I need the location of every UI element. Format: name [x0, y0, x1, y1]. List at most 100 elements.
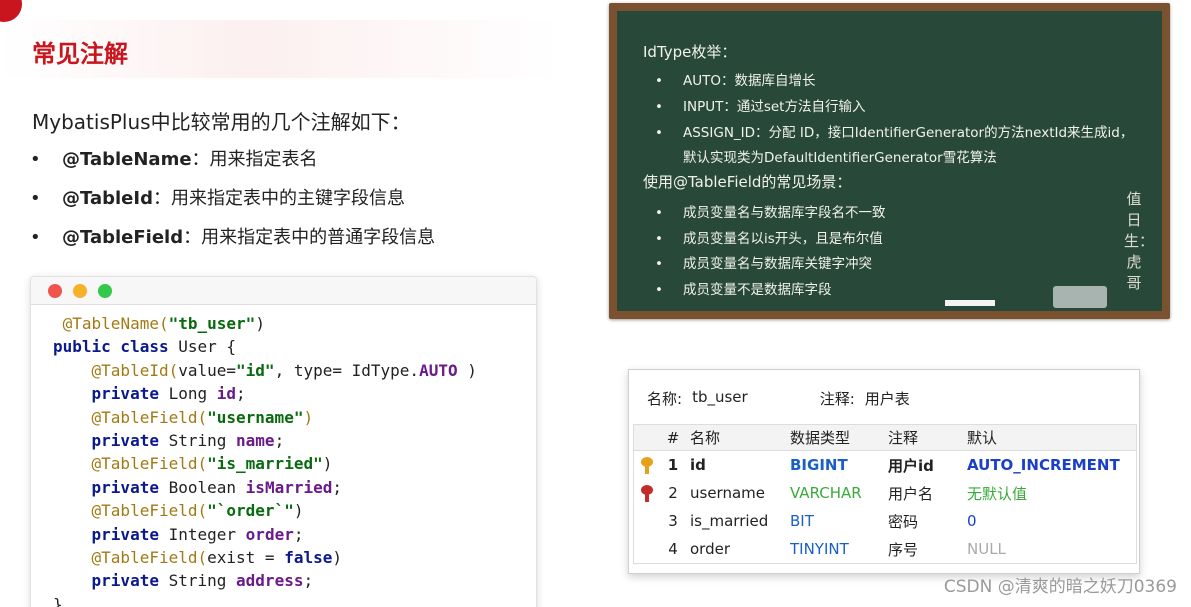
field-name: username	[690, 484, 765, 502]
board-item-continuation: 默认实现类为DefaultIdentifierGenerator雪花算法	[683, 150, 997, 166]
field-comment: 序号	[888, 540, 919, 559]
table-comment-label: 注释:	[819, 390, 855, 408]
board-eraser	[1053, 286, 1107, 308]
code-keyword: private	[91, 571, 159, 591]
code-field: name	[236, 430, 275, 450]
code-keyword: public class	[53, 337, 169, 357]
code-keyword: private	[91, 477, 159, 497]
list-item: • @TableId ：用来指定表中的主键字段信息	[30, 185, 435, 224]
intro-text: MybatisPlus中比较常用的几个注解如下：	[32, 110, 411, 134]
code-string: "`order`"	[207, 501, 294, 521]
close-dot-icon[interactable]	[48, 283, 62, 298]
code-line: @TableField(exist = false)	[53, 546, 536, 569]
code-line: @TableName("tb_user")	[53, 312, 536, 335]
column-header: 名称	[690, 429, 721, 447]
board-item-text: 成员变量名与数据库关键字冲突	[683, 256, 872, 272]
code-field: id	[216, 384, 237, 404]
code-string: "tb_user"	[168, 314, 256, 333]
code-string: "id"	[236, 360, 275, 380]
bullet-dot: •	[30, 188, 41, 209]
code-text: Integer	[158, 524, 246, 544]
table-row[interactable]: 4 order TINYINT 序号 NULL	[634, 535, 1136, 563]
code-field: isMarried	[245, 477, 333, 497]
board-item: • 成员变量名以is开头，且是布尔值	[655, 227, 883, 247]
code-line: @TableId(value="id", type= IdType.AUTO )	[53, 359, 536, 382]
code-text: ;	[332, 477, 343, 497]
code-annotation: @TableName(	[62, 314, 169, 333]
code-keyword: private	[91, 524, 159, 544]
column-header: 默认	[967, 429, 998, 447]
code-field: address	[236, 571, 304, 591]
code-line: @TableField("is_married")	[53, 452, 536, 475]
code-line: @TableField("username")	[53, 406, 536, 429]
code-text: , type= IdType.	[274, 360, 420, 380]
table-row[interactable]: 3 is_married BIT 密码 0	[634, 507, 1136, 535]
code-line: private Long id;	[53, 382, 536, 405]
field-default: 无默认值	[967, 484, 1028, 503]
maximize-dot-icon[interactable]	[98, 283, 112, 298]
annotation-desc: ：用来指定表中的主键字段信息	[152, 188, 405, 209]
code-text: )	[322, 454, 333, 474]
board-item: • 成员变量名与数据库字段名不一致	[655, 201, 886, 221]
field-type: VARCHAR	[790, 484, 862, 502]
bullet-dot: •	[30, 227, 41, 248]
annotation-desc: ：用来指定表名	[191, 149, 318, 170]
annotation-name: @TableField	[62, 227, 184, 248]
code-text: exist =	[207, 547, 285, 567]
code-line: public class User {	[53, 335, 536, 358]
bullet-dot: •	[655, 125, 663, 141]
row-number: 1	[667, 456, 679, 474]
annotation-desc: ：用来指定表中的普通字段信息	[183, 227, 436, 248]
table-row[interactable]: 2 username VARCHAR 用户名 无默认值	[634, 479, 1136, 507]
annotation-name: @TableName	[62, 149, 192, 170]
code-block: @TableName("tb_user") public class User …	[31, 305, 536, 607]
minimize-dot-icon[interactable]	[73, 283, 87, 298]
code-text: }	[53, 594, 63, 607]
bullet-dot: •	[655, 205, 663, 221]
field-comment: 用户id	[888, 456, 934, 475]
row-number: 4	[668, 540, 678, 558]
list-item: • @TableName ：用来指定表名	[30, 146, 435, 185]
column-header: 数据类型	[790, 429, 851, 447]
code-annotation: @TableField(	[91, 454, 208, 474]
table-name-label: 名称:	[647, 390, 683, 408]
board-item-text: 成员变量名与数据库字段名不一致	[683, 205, 886, 221]
field-default: AUTO_INCREMENT	[967, 456, 1120, 474]
code-line: private String name;	[53, 429, 536, 452]
board-heading-tablefield: 使用@TableField的常见场景：	[643, 173, 852, 191]
column-header: #	[666, 428, 680, 447]
bullet-dot: •	[655, 73, 663, 89]
table-row[interactable]: 1 id BIGINT 用户id AUTO_INCREMENT	[634, 451, 1136, 479]
code-text: ;	[293, 524, 304, 544]
board-item-text: INPUT：通过set方法自行输入	[683, 99, 866, 115]
board-item: • AUTO：数据库自增长	[655, 69, 816, 89]
chalkboard: IdType枚举： • AUTO：数据库自增长 • INPUT：通过set方法自行输…	[609, 3, 1170, 319]
code-line: private Integer order;	[53, 523, 536, 546]
code-text: User {	[168, 337, 237, 357]
code-text: )	[332, 547, 342, 567]
annotation-list: • @TableName ：用来指定表名 • @TableId ：用来指定表中的主键字段…	[30, 146, 435, 263]
board-item: • 成员变量名与数据库关键字冲突	[655, 252, 872, 272]
list-item: • @TableField ：用来指定表中的普通字段信息	[30, 224, 435, 263]
board-duty-sign: 值日生：虎哥	[1124, 190, 1155, 292]
chalk-stick	[945, 300, 995, 306]
code-window-titlebar	[31, 277, 536, 305]
annotation-name: @TableId	[62, 188, 153, 209]
table-name-value: tb_user	[692, 388, 748, 406]
row-number: 3	[668, 512, 678, 530]
row-number: 2	[668, 484, 678, 502]
field-type: BIT	[790, 512, 814, 530]
field-name: id	[690, 456, 706, 474]
field-comment: 用户名	[888, 484, 934, 503]
code-text: Long	[158, 384, 217, 404]
code-string: "username"	[207, 407, 304, 427]
code-text: )	[293, 501, 304, 521]
table-comment-value: 用户表	[864, 390, 910, 408]
db-columns-grid: # 名称 数据类型 注释 默认 1 id BIGINT 用户id AUTO_IN…	[633, 424, 1137, 564]
code-field: order	[245, 524, 294, 544]
code-text: ;	[303, 571, 314, 591]
code-annotation: @TableId(	[91, 360, 179, 380]
board-heading-idtype: IdType枚举：	[643, 43, 737, 61]
code-window: @TableName("tb_user") public class User …	[30, 276, 537, 607]
field-default: NULL	[967, 540, 1006, 558]
